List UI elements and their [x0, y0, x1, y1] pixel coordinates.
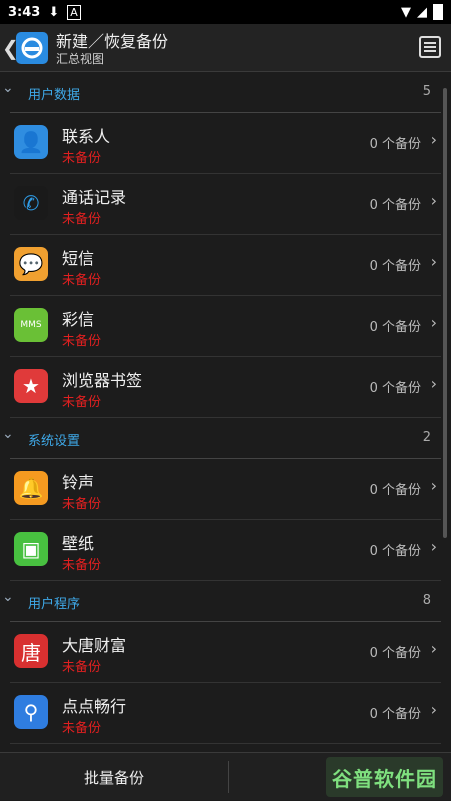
list-item[interactable]: MMS 彩信未备份 0 个备份 › [10, 296, 441, 357]
notification-icon: A [67, 4, 81, 20]
list-item[interactable]: 唐大唐财富未备份 0 个备份 › [10, 622, 441, 683]
section-count: 5 [422, 84, 431, 99]
chevron-down-icon[interactable]: ⌄ [2, 80, 14, 96]
batch-backup-button[interactable]: 批量备份 [0, 753, 228, 801]
item-name: 通话记录 [62, 188, 127, 207]
chevron-right-icon: › [430, 374, 437, 393]
list-item[interactable]: 💬 短信未备份 0 个备份 › [10, 235, 441, 296]
list-item[interactable]: 🔔 铃声未备份 0 个备份 › [10, 459, 441, 520]
item-status: 未备份 [62, 212, 102, 227]
battery-icon [433, 4, 443, 20]
status-time: 3:43 [8, 4, 41, 20]
bookmark-icon: ★ [14, 369, 48, 403]
item-status: 未备份 [62, 151, 102, 166]
sms-icon: 💬 [14, 247, 48, 281]
backup-count: 0 个备份 [369, 646, 421, 661]
mms-icon: MMS [14, 308, 48, 342]
list-item[interactable]: 👤 联系人未备份 0 个备份 › [10, 113, 441, 174]
item-name: 联系人 [62, 127, 111, 146]
download-icon: ⬇ [48, 4, 60, 20]
chevron-right-icon: › [430, 537, 437, 556]
list-item[interactable]: ◉粉红滤镜相机 [10, 744, 441, 752]
backup-count: 0 个备份 [369, 198, 421, 213]
section-count: 8 [422, 593, 431, 608]
contacts-icon: 👤 [14, 125, 48, 159]
item-status: 未备份 [62, 334, 102, 349]
item-name: 铃声 [62, 473, 95, 492]
section-count: 2 [422, 430, 431, 445]
section-header[interactable]: ⌄ 系统设置 2 [2, 418, 441, 459]
section-label: 用户程序 [28, 597, 81, 612]
chevron-right-icon: › [430, 313, 437, 332]
item-status: 未备份 [62, 497, 102, 512]
item-name: 短信 [62, 249, 95, 268]
backup-count: 0 个备份 [369, 137, 421, 152]
phone-icon: ✆ [14, 186, 48, 220]
scrollbar[interactable] [443, 88, 447, 538]
app-bar: ❮ 新建／恢复备份 汇总视图 [0, 24, 451, 72]
list-item[interactable]: ▣ 壁纸未备份 0 个备份 › [10, 520, 441, 581]
chevron-right-icon: › [430, 191, 437, 210]
chevron-down-icon[interactable]: ⌄ [2, 426, 14, 442]
watermark-logo: 谷普软件园 [326, 757, 443, 797]
item-name: 大唐财富 [62, 636, 127, 655]
page-title: 新建／恢复备份 [56, 32, 169, 51]
menu-icon[interactable] [419, 36, 441, 58]
item-name: 点点畅行 [62, 697, 127, 716]
wallpaper-icon: ▣ [14, 532, 48, 566]
chevron-right-icon: › [430, 476, 437, 495]
bottom-bar: 批量备份 谷普软件园 [0, 752, 451, 800]
backup-count: 0 个备份 [369, 320, 421, 335]
item-status: 未备份 [62, 395, 102, 410]
chevron-right-icon: › [430, 252, 437, 271]
divider [228, 761, 229, 793]
list-item[interactable]: ⚲ 点点畅行未备份 0 个备份 › [10, 683, 441, 744]
backup-list[interactable]: ⌄ 用户数据 5 👤 联系人 未备份 0 个备份 › ✆ 通话记录 未备份 0 个备份 › 💬 短信 未备份 0… [0, 72, 441, 752]
item-status: 未备份 [62, 273, 102, 288]
datang-app-icon: 唐 [14, 634, 48, 668]
backup-count: 0 个备份 [369, 544, 421, 559]
section-header[interactable]: ⌄ 用户程序 8 [2, 581, 441, 622]
list-item[interactable]: ✆ 通话记录未备份 0 个备份 › [10, 174, 441, 235]
item-status: 未备份 [62, 721, 102, 736]
bell-icon: 🔔 [14, 471, 48, 505]
section-label: 用户数据 [28, 88, 81, 103]
item-name: 壁纸 [62, 534, 95, 553]
list-item[interactable]: ★ 浏览器书签未备份 0 个备份 › [10, 357, 441, 418]
backup-count: 0 个备份 [369, 707, 421, 722]
item-status: 未备份 [62, 660, 102, 675]
chevron-down-icon[interactable]: ⌄ [2, 589, 14, 605]
item-status: 未备份 [62, 558, 102, 573]
item-name: 彩信 [62, 310, 95, 329]
chevron-right-icon: › [430, 639, 437, 658]
app-logo-icon [16, 32, 48, 64]
backup-count: 0 个备份 [369, 381, 421, 396]
page-subtitle: 汇总视图 [56, 52, 105, 66]
item-name: 浏览器书签 [62, 371, 143, 390]
backup-count: 0 个备份 [369, 259, 421, 274]
chevron-right-icon: › [430, 130, 437, 149]
chevron-right-icon: › [430, 700, 437, 719]
status-bar: 3:43 ⬇ A ▼ ◢ [0, 0, 451, 24]
section-header[interactable]: ⌄ 用户数据 5 [2, 72, 441, 113]
signal-icon: ◢ [417, 4, 427, 20]
diandian-app-icon: ⚲ [14, 695, 48, 729]
wifi-icon: ▼ [401, 4, 411, 20]
section-label: 系统设置 [28, 434, 81, 449]
backup-count: 0 个备份 [369, 483, 421, 498]
